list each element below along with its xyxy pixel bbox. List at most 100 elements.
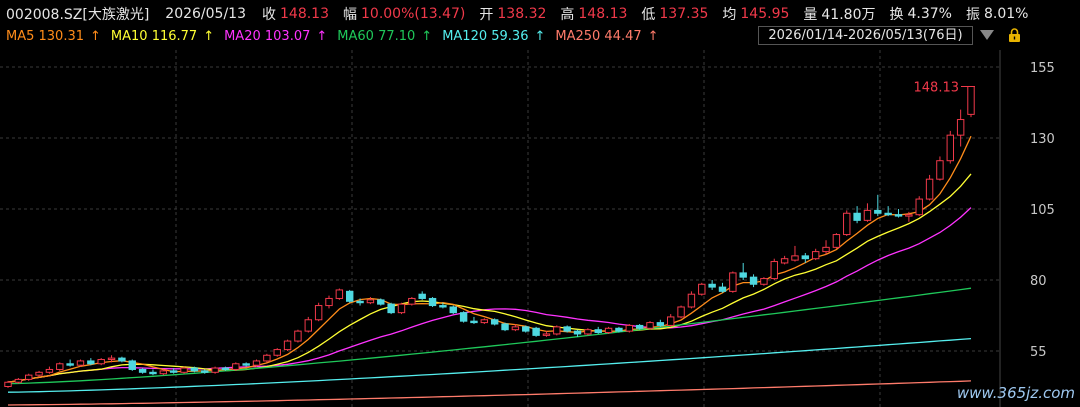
kline-chart[interactable]: 55 80 105 130 155 148.13 www.365jz.com <box>0 0 1080 407</box>
candle-body <box>480 319 489 324</box>
candle <box>501 322 509 332</box>
candle-body <box>304 319 313 332</box>
candle-body <box>408 297 416 305</box>
candle-body <box>345 290 354 302</box>
candle <box>470 316 478 325</box>
candle <box>739 262 747 280</box>
candle <box>335 288 344 300</box>
candle <box>884 206 892 217</box>
candle-body <box>335 289 344 299</box>
candle-body <box>252 360 261 366</box>
candle-body <box>283 340 292 351</box>
candle <box>24 373 33 381</box>
candle-body <box>884 212 892 216</box>
candle-body <box>87 360 95 365</box>
candle-body <box>780 258 789 264</box>
candle-body <box>915 198 923 216</box>
y-tick-label: 80 <box>1030 274 1047 289</box>
candle-body <box>874 209 882 214</box>
candle-body <box>760 278 768 285</box>
candle-body <box>169 370 178 373</box>
watermark: www.365jz.com <box>957 384 1075 402</box>
candle-body <box>677 306 685 318</box>
candle-body <box>708 283 716 288</box>
candle <box>604 326 613 334</box>
candle-body <box>128 360 136 370</box>
candle-body <box>107 357 116 361</box>
candle-body <box>687 293 696 308</box>
candle <box>97 358 105 366</box>
candle-body <box>832 234 841 248</box>
candle-body <box>894 214 903 217</box>
candle <box>263 353 271 363</box>
candle-body <box>698 283 706 295</box>
candle-body <box>666 316 675 326</box>
candle <box>936 156 944 181</box>
candle <box>522 325 530 333</box>
candle <box>925 174 934 201</box>
candle-body <box>573 330 582 335</box>
candle-body <box>615 327 623 332</box>
candle-body <box>905 214 913 217</box>
candle-body <box>584 329 592 335</box>
ma250-line <box>7 380 972 406</box>
candle <box>646 321 654 330</box>
candle-body <box>97 359 105 365</box>
candle <box>822 240 830 255</box>
candle-body <box>24 374 33 380</box>
candle <box>625 324 634 333</box>
y-tick-label: 55 <box>1030 345 1047 360</box>
candle <box>915 196 923 217</box>
candle-body <box>377 299 385 305</box>
candle-body <box>66 363 74 366</box>
candle <box>128 359 136 371</box>
candle <box>770 258 778 280</box>
candle-body <box>294 330 302 342</box>
candle-body <box>14 378 23 383</box>
candle <box>760 277 768 286</box>
candle <box>666 314 675 327</box>
candle <box>843 210 851 236</box>
candle <box>749 274 758 288</box>
candle-body <box>511 326 520 331</box>
candle-body <box>263 354 271 362</box>
candle-body <box>56 363 64 370</box>
candle-body <box>646 322 654 329</box>
candle <box>480 318 489 325</box>
candle <box>894 209 903 218</box>
candle-body <box>729 272 737 292</box>
candle-body <box>822 246 830 253</box>
candle <box>418 291 426 300</box>
candle-body <box>418 293 426 299</box>
candle <box>811 248 820 261</box>
candle-body <box>459 312 468 322</box>
candle-body <box>811 251 820 260</box>
candle <box>698 282 706 296</box>
ma60-line <box>7 287 972 385</box>
candle <box>542 331 551 337</box>
candle-body <box>542 333 551 336</box>
candle <box>563 325 571 333</box>
candle-body <box>967 86 975 115</box>
candle <box>314 302 323 322</box>
candle-body <box>470 320 478 324</box>
candle-body <box>428 297 437 307</box>
candle-body <box>553 326 561 335</box>
candle <box>408 297 416 306</box>
candle-body <box>791 255 799 261</box>
candle <box>791 245 799 262</box>
candle-body <box>956 119 965 136</box>
candle-body <box>739 272 747 278</box>
y-tick-label: 105 <box>1030 203 1055 218</box>
candle-body <box>853 212 861 221</box>
candle <box>677 305 685 319</box>
candle <box>345 289 354 303</box>
candle-body <box>563 326 571 332</box>
candle <box>232 362 240 371</box>
candle-body <box>35 371 43 376</box>
candle <box>459 311 468 323</box>
candle-body <box>397 303 406 314</box>
candle-body <box>314 305 323 321</box>
candle <box>708 280 716 290</box>
candle <box>428 297 437 307</box>
